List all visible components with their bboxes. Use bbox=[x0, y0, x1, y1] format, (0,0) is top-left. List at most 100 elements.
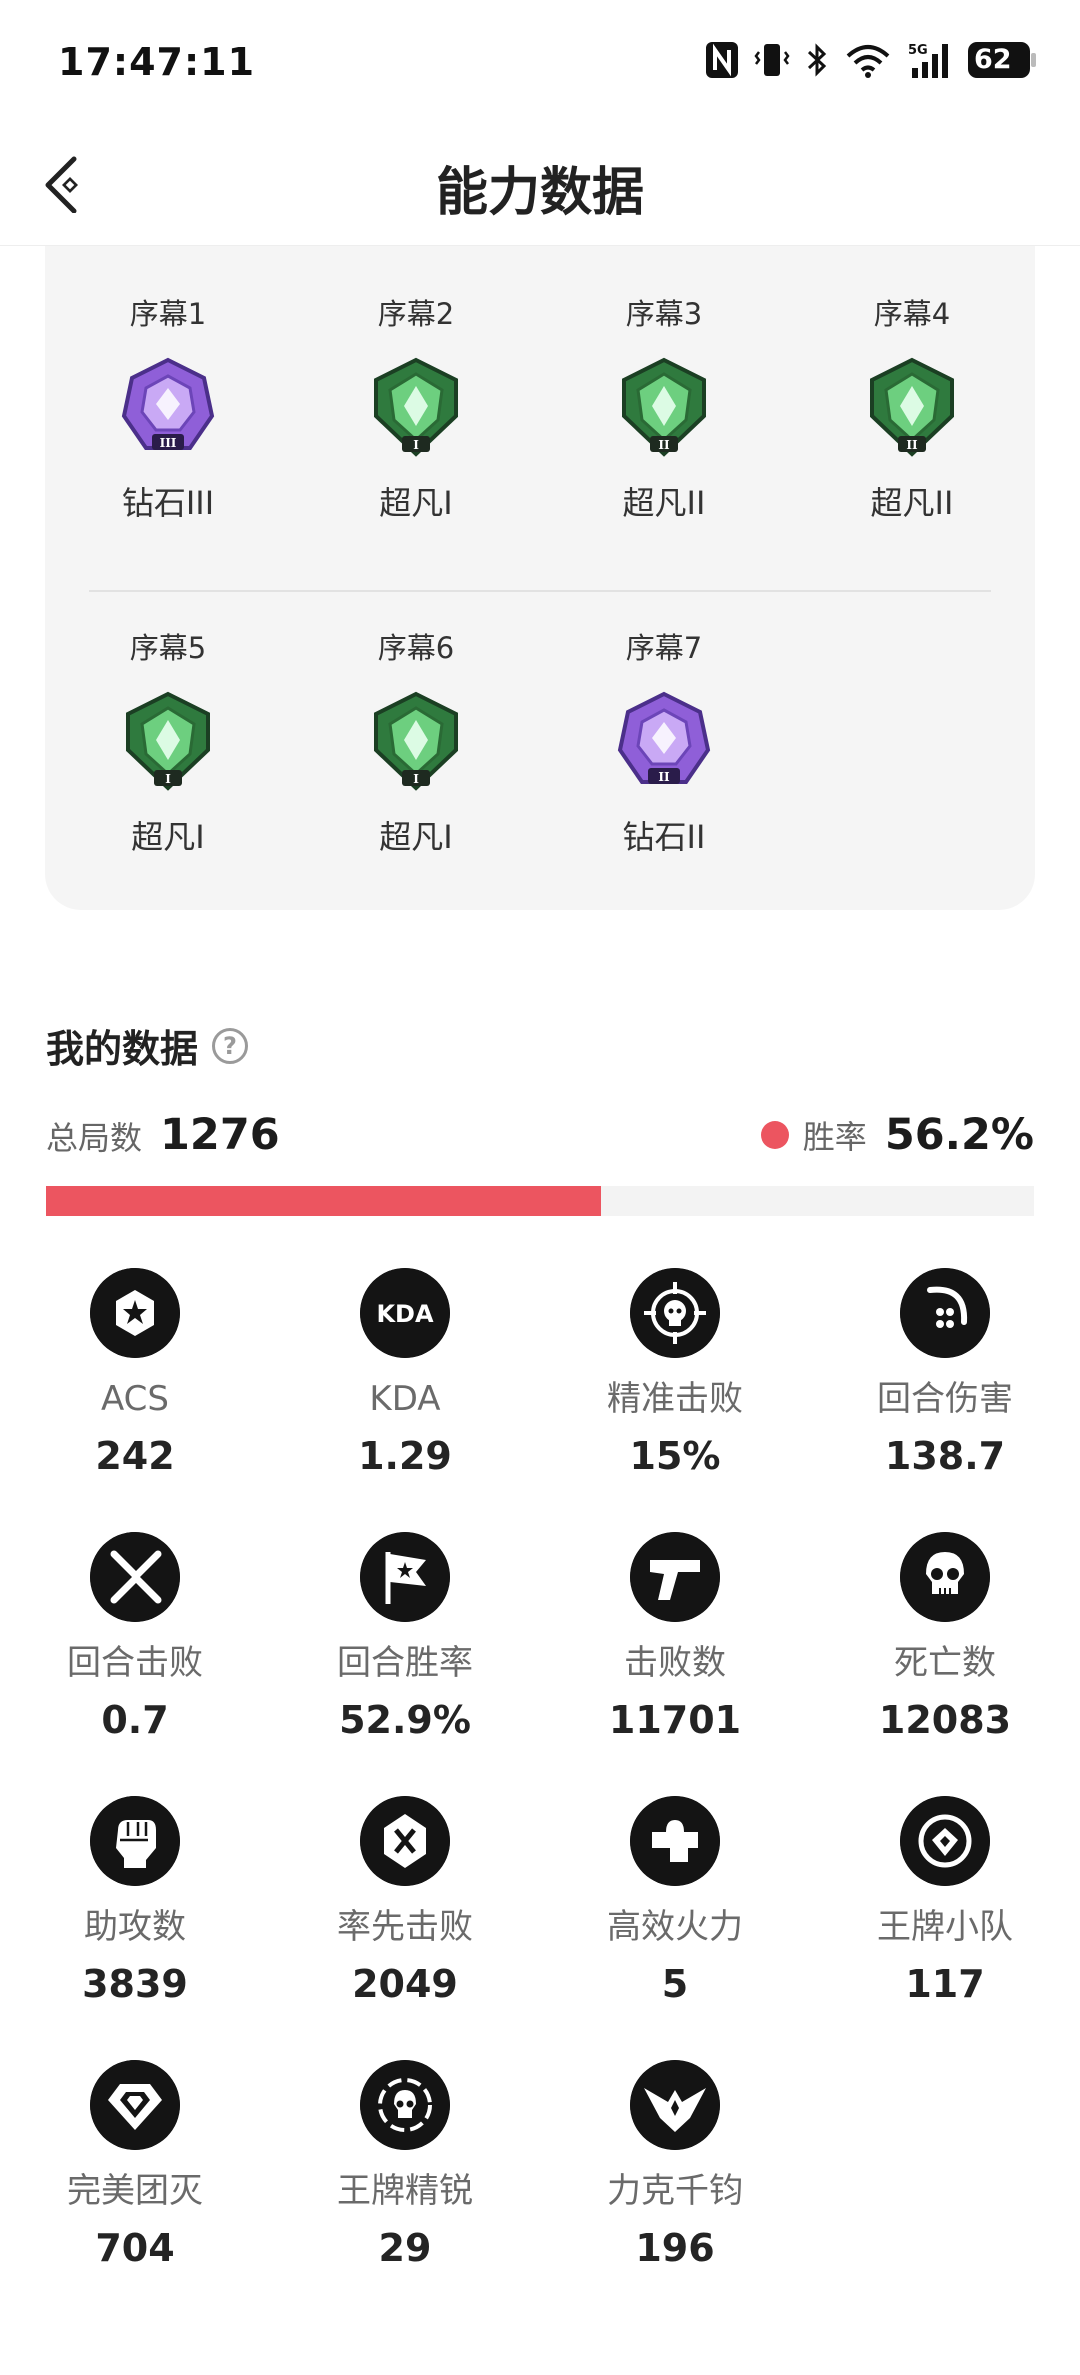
stat-value: 5 bbox=[661, 1962, 689, 2006]
stat-value: 242 bbox=[95, 1434, 175, 1478]
bluetooth-icon bbox=[807, 43, 827, 77]
stat-value: 0.7 bbox=[101, 1698, 169, 1742]
stat-label: 率先击败 bbox=[337, 1907, 473, 1947]
svg-text:II: II bbox=[658, 438, 670, 452]
winrate-label: 胜率 bbox=[802, 1118, 867, 1156]
stat-item[interactable]: 王牌精锐 29 bbox=[270, 2060, 540, 2270]
stat-label: KDA bbox=[369, 1379, 441, 1419]
kda-icon: KDA bbox=[360, 1268, 450, 1358]
stat-item[interactable]: 回合伤害 138.7 bbox=[810, 1268, 1080, 1478]
stat-value: 196 bbox=[635, 2226, 715, 2270]
wifi-icon bbox=[846, 45, 890, 78]
stat-value: 1.29 bbox=[358, 1434, 452, 1478]
signal-5g-icon: 5G bbox=[908, 43, 948, 78]
act-label: 序幕4 bbox=[873, 297, 951, 331]
rank-item[interactable]: 序幕6 I 超凡I bbox=[316, 628, 516, 858]
skull-ring-icon bbox=[360, 2060, 450, 2150]
act-label: 序幕1 bbox=[129, 297, 207, 331]
svg-text:5G: 5G bbox=[908, 43, 928, 58]
rank-item[interactable]: 序幕7 II 钻石II bbox=[564, 628, 764, 858]
stat-value: 11701 bbox=[608, 1698, 742, 1742]
stat-label: 助攻数 bbox=[84, 1907, 186, 1947]
my-data-title: 我的数据 ? bbox=[46, 1018, 249, 1073]
act-label: 序幕2 bbox=[377, 297, 455, 331]
svg-text:I: I bbox=[165, 772, 171, 786]
eagle-icon bbox=[630, 2060, 720, 2150]
diamond-rank-icon: III bbox=[121, 357, 215, 450]
stat-label: 完美团灭 bbox=[67, 2171, 203, 2211]
team-ace-icon bbox=[900, 1796, 990, 1886]
diamond-rank-icon: II bbox=[617, 691, 711, 784]
ascendant-rank-icon: II bbox=[870, 357, 954, 457]
fist-icon bbox=[90, 1796, 180, 1886]
ascendant-rank-icon: I bbox=[126, 691, 210, 791]
question-circle-icon[interactable]: ? bbox=[212, 1027, 249, 1064]
winrate-progress-fill bbox=[46, 1186, 602, 1216]
stat-item[interactable]: 死亡数 12083 bbox=[810, 1532, 1080, 1742]
stat-item[interactable]: 精准击败 15% bbox=[540, 1268, 810, 1478]
total-matches-value: 1276 bbox=[160, 1110, 280, 1160]
first-blood-icon bbox=[360, 1796, 450, 1886]
svg-text:I: I bbox=[413, 438, 419, 452]
crossed-blades-icon bbox=[90, 1532, 180, 1622]
stat-item[interactable]: 力克千钧 196 bbox=[540, 2060, 810, 2270]
stat-label: 高效火力 bbox=[607, 1907, 743, 1947]
svg-text:II: II bbox=[906, 438, 918, 452]
rank-name: 超凡II bbox=[870, 484, 954, 522]
rank-item[interactable]: 序幕3 II 超凡II bbox=[564, 294, 764, 524]
stat-value: 12083 bbox=[878, 1698, 1012, 1742]
stat-label: 回合伤害 bbox=[877, 1379, 1013, 1419]
crosshair-skull-icon bbox=[630, 1268, 720, 1358]
svg-text:KDA: KDA bbox=[376, 1300, 434, 1328]
rank-history-card: 序幕1 III 钻石III 序幕2 I 超凡I 序幕3 II 超凡II 序幕4 … bbox=[45, 246, 1035, 910]
stat-item[interactable]: 回合击败 0.7 bbox=[0, 1532, 270, 1742]
stat-value: 15% bbox=[629, 1434, 721, 1478]
svg-text:I: I bbox=[413, 772, 419, 786]
stat-item[interactable]: 助攻数 3839 bbox=[0, 1796, 270, 2006]
rank-name: 超凡I bbox=[131, 818, 205, 856]
claw-icon bbox=[900, 1268, 990, 1358]
status-bar: 17:47:11 5G 62 bbox=[0, 0, 1080, 120]
stat-label: ACS bbox=[101, 1379, 169, 1419]
act-label: 序幕5 bbox=[129, 631, 207, 665]
winrate-value: 56.2% bbox=[884, 1110, 1034, 1160]
top-nav-bar: 能力数据 bbox=[0, 120, 1080, 246]
star-badge-icon bbox=[90, 1268, 180, 1358]
stat-item[interactable]: 王牌小队 117 bbox=[810, 1796, 1080, 2006]
stat-label: 王牌小队 bbox=[877, 1907, 1013, 1947]
rank-row-1: 序幕1 III 钻石III 序幕2 I 超凡I 序幕3 II 超凡II 序幕4 … bbox=[45, 294, 1035, 594]
diamond-icon bbox=[90, 2060, 180, 2150]
rank-item[interactable]: 序幕2 I 超凡I bbox=[316, 294, 516, 524]
winrate: 胜率 56.2% bbox=[760, 1110, 1034, 1160]
pistol-icon bbox=[630, 1532, 720, 1622]
stat-value: 138.7 bbox=[884, 1434, 1006, 1478]
stat-item[interactable]: KDA KDA 1.29 bbox=[270, 1268, 540, 1478]
stat-label: 精准击败 bbox=[607, 1379, 743, 1419]
act-label: 序幕3 bbox=[625, 297, 703, 331]
stat-item[interactable]: 率先击败 2049 bbox=[270, 1796, 540, 2006]
rank-item[interactable]: 序幕5 I 超凡I bbox=[68, 628, 268, 858]
stat-item[interactable]: 高效火力 5 bbox=[540, 1796, 810, 2006]
stat-item[interactable]: 完美团灭 704 bbox=[0, 2060, 270, 2270]
stat-value: 52.9% bbox=[339, 1698, 471, 1742]
stat-item[interactable]: 回合胜率 52.9% bbox=[270, 1532, 540, 1742]
act-label: 序幕6 bbox=[377, 631, 455, 665]
stat-label: 回合胜率 bbox=[337, 1643, 473, 1683]
total-matches-label: 总局数 bbox=[46, 1119, 143, 1157]
stat-item[interactable]: ACS 242 bbox=[0, 1268, 270, 1478]
rank-item[interactable]: 序幕1 III 钻石III bbox=[68, 294, 268, 524]
rank-name: 超凡I bbox=[379, 484, 453, 522]
ascendant-rank-icon: II bbox=[622, 357, 706, 457]
svg-text:III: III bbox=[160, 436, 177, 450]
stat-item[interactable]: 击败数 11701 bbox=[540, 1532, 810, 1742]
vibrate-icon bbox=[754, 44, 790, 76]
total-matches: 总局数 1276 bbox=[46, 1110, 280, 1160]
rank-item[interactable]: 序幕4 II 超凡II bbox=[812, 294, 1012, 524]
ascendant-rank-icon: I bbox=[374, 357, 458, 457]
stat-value: 3839 bbox=[82, 1962, 188, 2006]
page-title: 能力数据 bbox=[435, 163, 644, 223]
stat-value: 704 bbox=[95, 2226, 175, 2270]
status-time: 17:47:11 bbox=[58, 40, 256, 84]
section-title-text: 我的数据 bbox=[46, 1027, 199, 1071]
stat-value: 29 bbox=[378, 2226, 432, 2270]
